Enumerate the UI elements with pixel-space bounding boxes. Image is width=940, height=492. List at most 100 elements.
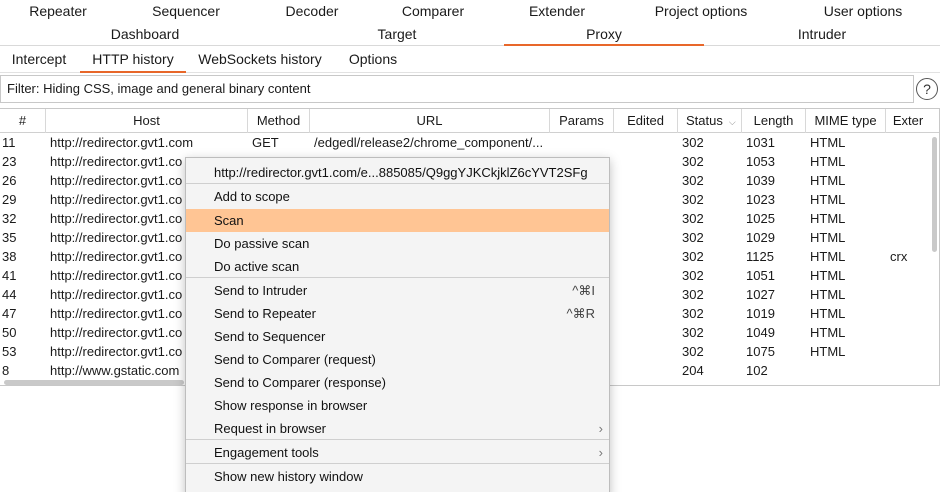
- cell-mime-type: HTML: [810, 154, 846, 169]
- tab-websockets-history[interactable]: WebSockets history: [192, 46, 328, 73]
- chevron-right-icon: ›: [598, 421, 603, 436]
- tab-sequencer[interactable]: Sequencer: [116, 0, 256, 22]
- tab-repeater[interactable]: Repeater: [0, 0, 116, 22]
- cell-mime-type: [806, 361, 886, 380]
- menu-item-label: Show new history window: [214, 469, 363, 484]
- col-method[interactable]: Method: [248, 109, 310, 133]
- col-params[interactable]: Params: [550, 109, 614, 133]
- menu-item-send-to-sequencer[interactable]: Send to Sequencer: [186, 325, 609, 348]
- cell-extension: crx: [890, 249, 908, 264]
- cell-mime-type: HTML: [810, 192, 846, 207]
- chevron-right-icon: ›: [598, 445, 603, 460]
- cell-extension: [886, 361, 930, 380]
- tab-http-history[interactable]: HTTP history: [80, 46, 186, 73]
- cell-extension: [886, 342, 930, 361]
- help-button[interactable]: ?: [916, 78, 938, 100]
- tab-extender[interactable]: Extender: [498, 0, 616, 22]
- cell-mime-type: HTML: [810, 325, 846, 340]
- cell-status: 302: [682, 230, 704, 245]
- menu-item-passive-scan[interactable]: Do passive scan: [186, 232, 609, 255]
- cell-extension: [886, 190, 930, 209]
- col-status-label: Status: [686, 113, 723, 128]
- cell-number: 53: [2, 344, 17, 359]
- cell-mime-type: HTML: [810, 287, 846, 302]
- menu-item-label: Send to Comparer (response): [214, 375, 386, 390]
- menu-item-label: Engagement tools: [214, 445, 319, 460]
- cell-mime-type: HTML: [810, 249, 846, 264]
- cell-extension: [886, 323, 930, 342]
- menu-item-label: Show response in browser: [214, 398, 368, 413]
- menu-item-label: Request in browser: [214, 421, 326, 436]
- cell-length: 1039: [746, 173, 775, 188]
- cell-extension: [886, 266, 930, 285]
- cell-extension: [886, 304, 930, 323]
- table-header: # Host Method URL Params Edited Status ⌵ …: [0, 109, 939, 133]
- menu-item-show-response-in-browser[interactable]: Show response in browser: [186, 394, 609, 417]
- cell-length: 1029: [746, 230, 775, 245]
- cell-status: 302: [682, 287, 704, 302]
- cell-status: 302: [682, 173, 704, 188]
- filter-bar[interactable]: Filter: Hiding CSS, image and general bi…: [0, 75, 914, 103]
- tab-project-options[interactable]: Project options: [616, 0, 786, 22]
- col-status[interactable]: Status ⌵: [678, 109, 742, 133]
- tab-dashboard[interactable]: Dashboard: [0, 22, 290, 46]
- menu-item-send-to-intruder[interactable]: Send to Intruder ^⌘I: [186, 279, 609, 302]
- tab-intercept[interactable]: Intercept: [2, 46, 76, 73]
- menu-item-scan[interactable]: Scan: [186, 209, 609, 232]
- menu-item-request-in-browser[interactable]: Request in browser ›: [186, 417, 609, 440]
- cell-status: 302: [682, 268, 704, 283]
- cell-host: http://redirector.gvt1.com: [50, 135, 194, 150]
- col-edited[interactable]: Edited: [614, 109, 678, 133]
- menu-item-url[interactable]: http://redirector.gvt1.com/e...885085/Q9…: [186, 161, 609, 184]
- cell-length: 1023: [746, 192, 775, 207]
- col-host[interactable]: Host: [46, 109, 248, 133]
- menu-item-label: Scan: [214, 213, 244, 228]
- horizontal-scrollbar[interactable]: [4, 380, 184, 385]
- vertical-scrollbar[interactable]: [932, 137, 937, 252]
- tab-target[interactable]: Target: [290, 22, 504, 46]
- cell-status: 302: [682, 135, 704, 150]
- cell-extension: [886, 285, 930, 304]
- table-row[interactable]: 11 http://redirector.gvt1.com GET/edgedl/r…: [0, 133, 928, 152]
- menu-item-add-to-scope[interactable]: Add to scope: [186, 185, 609, 208]
- cell-extension: [886, 133, 930, 152]
- menu-item-engagement-tools[interactable]: Engagement tools ›: [186, 441, 609, 464]
- tab-options[interactable]: Options: [340, 46, 406, 73]
- menu-item-send-to-comparer-request[interactable]: Send to Comparer (request): [186, 348, 609, 371]
- cell-length: 1049: [746, 325, 775, 340]
- tab-proxy[interactable]: Proxy: [504, 22, 704, 46]
- menu-item-active-scan[interactable]: Do active scan: [186, 255, 609, 278]
- cell-length: 1031: [746, 135, 775, 150]
- context-menu: http://redirector.gvt1.com/e...885085/Q9…: [185, 157, 610, 492]
- cell-extension: [886, 228, 930, 247]
- cell-mime-type: HTML: [810, 268, 846, 283]
- col-extension[interactable]: Exter: [886, 109, 930, 133]
- col-mime-type[interactable]: MIME type: [806, 109, 886, 133]
- cell-mime-type: HTML: [810, 135, 846, 150]
- cell-number: 50: [2, 325, 17, 340]
- menu-item-send-to-repeater[interactable]: Send to Repeater ^⌘R: [186, 302, 609, 325]
- proxy-sub-tabs: Intercept HTTP history WebSockets histor…: [0, 46, 940, 73]
- tab-intruder[interactable]: Intruder: [704, 22, 940, 46]
- menu-item-send-to-comparer-response[interactable]: Send to Comparer (response): [186, 371, 609, 394]
- menu-item-label: http://redirector.gvt1.com/e...885085/Q9…: [214, 165, 588, 180]
- col-url[interactable]: URL: [310, 109, 550, 133]
- cell-method: GET: [252, 135, 279, 150]
- cell-number: 35: [2, 230, 17, 245]
- second-tab-row: Dashboard Target Proxy Intruder: [0, 22, 940, 46]
- col-length[interactable]: Length: [742, 109, 806, 133]
- cell-length: 102: [746, 363, 768, 378]
- menu-item-show-new-history-window[interactable]: Show new history window: [186, 465, 609, 488]
- cell-length: 1051: [746, 268, 775, 283]
- menu-item-label: Do active scan: [214, 259, 300, 274]
- cell-number: 23: [2, 154, 17, 169]
- cell-extension: [886, 171, 930, 190]
- tab-user-options[interactable]: User options: [786, 0, 940, 22]
- tab-decoder[interactable]: Decoder: [256, 0, 368, 22]
- tab-comparer[interactable]: Comparer: [368, 0, 498, 22]
- col-number[interactable]: #: [0, 109, 46, 133]
- cell-length: 1075: [746, 344, 775, 359]
- cell-status: 302: [682, 306, 704, 321]
- cell-number: 32: [2, 211, 17, 226]
- cell-status: 302: [682, 192, 704, 207]
